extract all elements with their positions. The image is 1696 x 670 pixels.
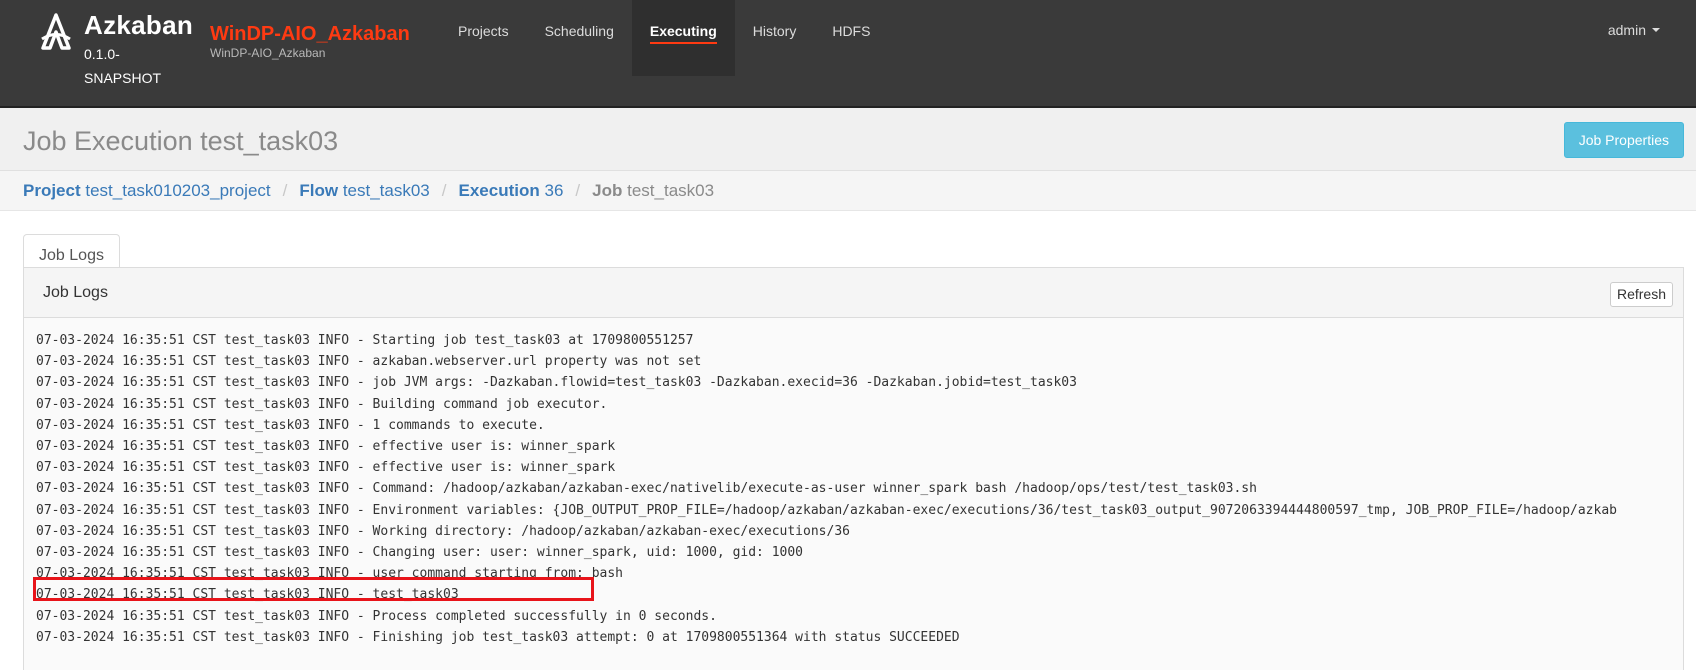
log-line: 07-03-2024 16:35:51 CST test_task03 INFO… — [36, 523, 850, 539]
log-line: 07-03-2024 16:35:51 CST test_task03 INFO… — [36, 545, 804, 561]
log-line: 07-03-2024 16:35:51 CST test_task03 INFO… — [36, 608, 717, 624]
brand-version: 0.1.0-SNAPSHOT — [84, 46, 162, 86]
log-line: 07-03-2024 16:35:51 CST test_task03 INFO… — [36, 354, 702, 370]
brand[interactable]: Azkaban 0.1.0-SNAPSHOT — [36, 10, 193, 90]
breadcrumb-job: Job test_task03 — [592, 180, 715, 200]
log-line: 07-03-2024 16:35:51 CST test_task03 INFO… — [36, 502, 1617, 518]
job-logs-panel: Job Logs Refresh 07-03-2024 16:35:51 CST… — [23, 267, 1684, 670]
panel-title: Job Logs — [43, 284, 108, 301]
breadcrumb-execution[interactable]: Execution 36 — [459, 181, 564, 201]
log-output[interactable]: 07-03-2024 16:35:51 CST test_task03 INFO… — [24, 318, 1683, 670]
breadcrumb-separator: / — [575, 180, 581, 200]
refresh-button[interactable]: Refresh — [1609, 282, 1673, 307]
cluster-info: WinDP-AIO_Azkaban WinDP-AIO_Azkaban — [210, 22, 410, 60]
breadcrumb-flow[interactable]: Flow test_task03 — [299, 181, 429, 201]
nav-projects[interactable]: Projects — [440, 0, 527, 76]
log-line: 07-03-2024 16:35:51 CST test_task03 INFO… — [36, 481, 1257, 497]
log-line: 07-03-2024 16:35:51 CST test_task03 INFO… — [36, 396, 608, 412]
highlight-annotation — [33, 577, 594, 601]
log-line: 07-03-2024 16:35:51 CST test_task03 INFO… — [36, 629, 960, 645]
log-line: 07-03-2024 16:35:51 CST test_task03 INFO… — [36, 460, 616, 476]
main-nav: Projects Scheduling Executing History HD… — [440, 0, 888, 76]
nav-scheduling[interactable]: Scheduling — [527, 0, 632, 76]
log-line: 07-03-2024 16:35:51 CST test_task03 INFO… — [36, 417, 545, 433]
panel-heading: Job Logs Refresh — [24, 268, 1683, 318]
breadcrumb-separator: / — [282, 180, 288, 200]
breadcrumb-project[interactable]: Project test_task010203_project — [23, 181, 271, 201]
cluster-name: WinDP-AIO_Azkaban — [210, 23, 410, 45]
user-name: admin — [1607, 22, 1646, 38]
log-line: 07-03-2024 16:35:51 CST test_task03 INFO… — [36, 439, 616, 455]
top-navbar: Azkaban 0.1.0-SNAPSHOT WinDP-AIO_Azkaban… — [0, 0, 1696, 108]
job-properties-button[interactable]: Job Properties — [1563, 122, 1684, 158]
breadcrumb: Project test_task010203_project / Flow t… — [0, 171, 1696, 211]
nav-history[interactable]: History — [735, 0, 815, 76]
page-header: Job Execution test_task03 Job Properties — [0, 108, 1696, 171]
page-title: Job Execution test_task03 — [23, 126, 339, 156]
brand-name: Azkaban — [84, 10, 194, 40]
cluster-subtitle: WinDP-AIO_Azkaban — [210, 46, 326, 60]
nav-executing[interactable]: Executing — [631, 0, 735, 76]
log-line: 07-03-2024 16:35:51 CST test_task03 INFO… — [36, 375, 1077, 391]
tab-job-logs[interactable]: Job Logs — [23, 234, 120, 268]
azkaban-logo-icon — [41, 13, 71, 50]
user-menu[interactable]: admin — [1608, 22, 1660, 38]
caret-down-icon — [1652, 28, 1660, 32]
log-line: 07-03-2024 16:35:51 CST test_task03 INFO… — [36, 333, 694, 348]
breadcrumb-separator: / — [441, 180, 447, 200]
nav-hdfs[interactable]: HDFS — [814, 0, 888, 76]
